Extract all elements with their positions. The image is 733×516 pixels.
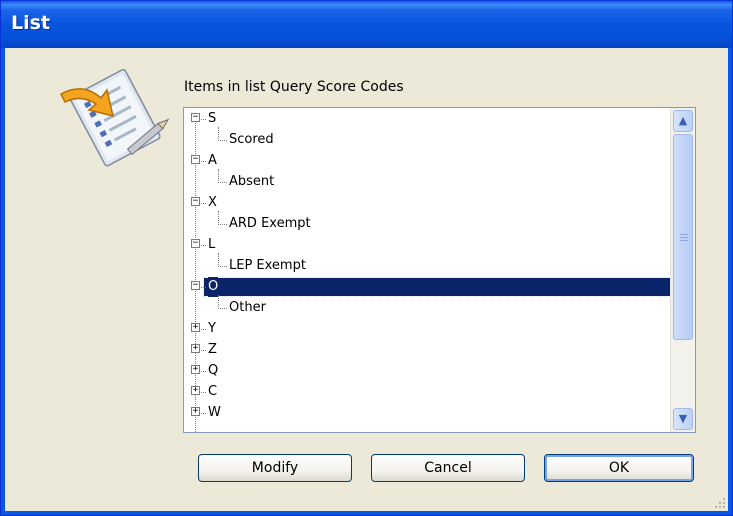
tree-node[interactable]: − S bbox=[184, 109, 671, 129]
tree-node[interactable]: − L bbox=[184, 235, 671, 255]
tree-child-node[interactable]: Other bbox=[184, 295, 671, 318]
tree-node-label: L bbox=[208, 237, 216, 252]
thumb-grip-icon bbox=[680, 234, 688, 235]
tree-node-label: Y bbox=[208, 321, 216, 336]
vertical-scrollbar[interactable]: ▲ ▼ bbox=[670, 108, 695, 432]
collapse-icon[interactable]: − bbox=[191, 113, 200, 122]
scroll-down-icon[interactable]: ▼ bbox=[673, 408, 693, 430]
tree-child-label: ARD Exempt bbox=[229, 216, 311, 231]
tree-connector bbox=[218, 169, 227, 183]
tree-child-label: Other bbox=[229, 300, 266, 315]
tree-child-node[interactable]: Scored bbox=[184, 127, 671, 150]
tree-node-label: C bbox=[208, 384, 218, 399]
list-caption: Items in list Query Score Codes bbox=[184, 79, 404, 95]
thumb-grip-icon bbox=[680, 237, 688, 238]
collapse-icon[interactable]: − bbox=[191, 239, 200, 248]
tree-node[interactable]: + Q bbox=[184, 361, 671, 381]
tree-connector bbox=[201, 329, 206, 330]
list-document-icon bbox=[60, 69, 170, 167]
tree-child-node[interactable]: Absent bbox=[184, 169, 671, 192]
tree-node[interactable]: + W bbox=[184, 403, 671, 423]
collapse-icon[interactable]: − bbox=[191, 197, 200, 206]
tree-connector bbox=[201, 203, 206, 204]
tree-node[interactable]: + C bbox=[184, 382, 671, 402]
tree-child-label: LEP Exempt bbox=[229, 258, 306, 273]
tree-connector bbox=[201, 245, 206, 246]
resize-grip-icon[interactable] bbox=[714, 497, 726, 509]
scroll-up-icon[interactable]: ▲ bbox=[673, 110, 693, 132]
score-codes-tree[interactable]: − S Scored − A Absent − X ARD Exempt − L LEP Exempt… bbox=[183, 107, 696, 433]
tree-connector bbox=[218, 253, 227, 267]
tree-node-label: A bbox=[208, 153, 217, 168]
tree-connector bbox=[218, 295, 227, 309]
expand-icon[interactable]: + bbox=[191, 323, 200, 332]
tree-node[interactable]: − X bbox=[184, 193, 671, 213]
tree-node-label: X bbox=[208, 195, 217, 210]
window-title: List bbox=[11, 12, 51, 34]
tree-connector bbox=[218, 211, 227, 225]
tree-connector bbox=[201, 161, 206, 162]
window-frame-right bbox=[728, 48, 732, 515]
tree-node[interactable]: − A bbox=[184, 151, 671, 171]
expand-icon[interactable]: + bbox=[191, 344, 200, 353]
tree-node[interactable]: + Z bbox=[184, 340, 671, 360]
tree-connector bbox=[201, 119, 206, 120]
scroll-thumb[interactable] bbox=[673, 134, 693, 340]
expand-icon[interactable]: + bbox=[191, 407, 200, 416]
cancel-button[interactable]: Cancel bbox=[371, 454, 525, 482]
tree-connector bbox=[218, 127, 227, 141]
collapse-icon[interactable]: − bbox=[191, 155, 200, 164]
tree-child-node[interactable]: ARD Exempt bbox=[184, 211, 671, 234]
tree-node-label: Z bbox=[208, 342, 217, 357]
tree-child-label: Scored bbox=[229, 132, 274, 147]
window-frame-bottom bbox=[1, 511, 732, 515]
tree-view[interactable]: − S Scored − A Absent − X ARD Exempt − L LEP Exempt… bbox=[184, 108, 671, 432]
selection-highlight bbox=[203, 277, 671, 297]
tree-connector bbox=[201, 371, 206, 372]
tree-child-node[interactable]: LEP Exempt bbox=[184, 253, 671, 276]
modify-button[interactable]: Modify bbox=[198, 454, 352, 482]
tree-node[interactable]: − O bbox=[184, 277, 671, 297]
tree-node[interactable]: + Y bbox=[184, 319, 671, 339]
title-bar[interactable]: List bbox=[1, 1, 732, 48]
tree-child-label: Absent bbox=[229, 174, 275, 189]
tree-connector bbox=[201, 287, 206, 288]
thumb-grip-icon bbox=[680, 240, 688, 241]
tree-node-label: O bbox=[208, 277, 219, 297]
list-dialog: List Items in list Query Score Codes − S S… bbox=[0, 0, 733, 516]
tree-connector bbox=[201, 392, 206, 393]
ok-button[interactable]: OK bbox=[544, 454, 694, 482]
window-frame-left bbox=[1, 48, 5, 515]
expand-icon[interactable]: + bbox=[191, 386, 200, 395]
tree-node-label: S bbox=[208, 111, 217, 126]
expand-icon[interactable]: + bbox=[191, 365, 200, 374]
collapse-icon[interactable]: − bbox=[191, 281, 200, 290]
tree-node-label: W bbox=[208, 405, 221, 420]
tree-connector bbox=[201, 350, 206, 351]
tree-node-label: Q bbox=[208, 363, 219, 378]
tree-connector bbox=[201, 413, 206, 414]
